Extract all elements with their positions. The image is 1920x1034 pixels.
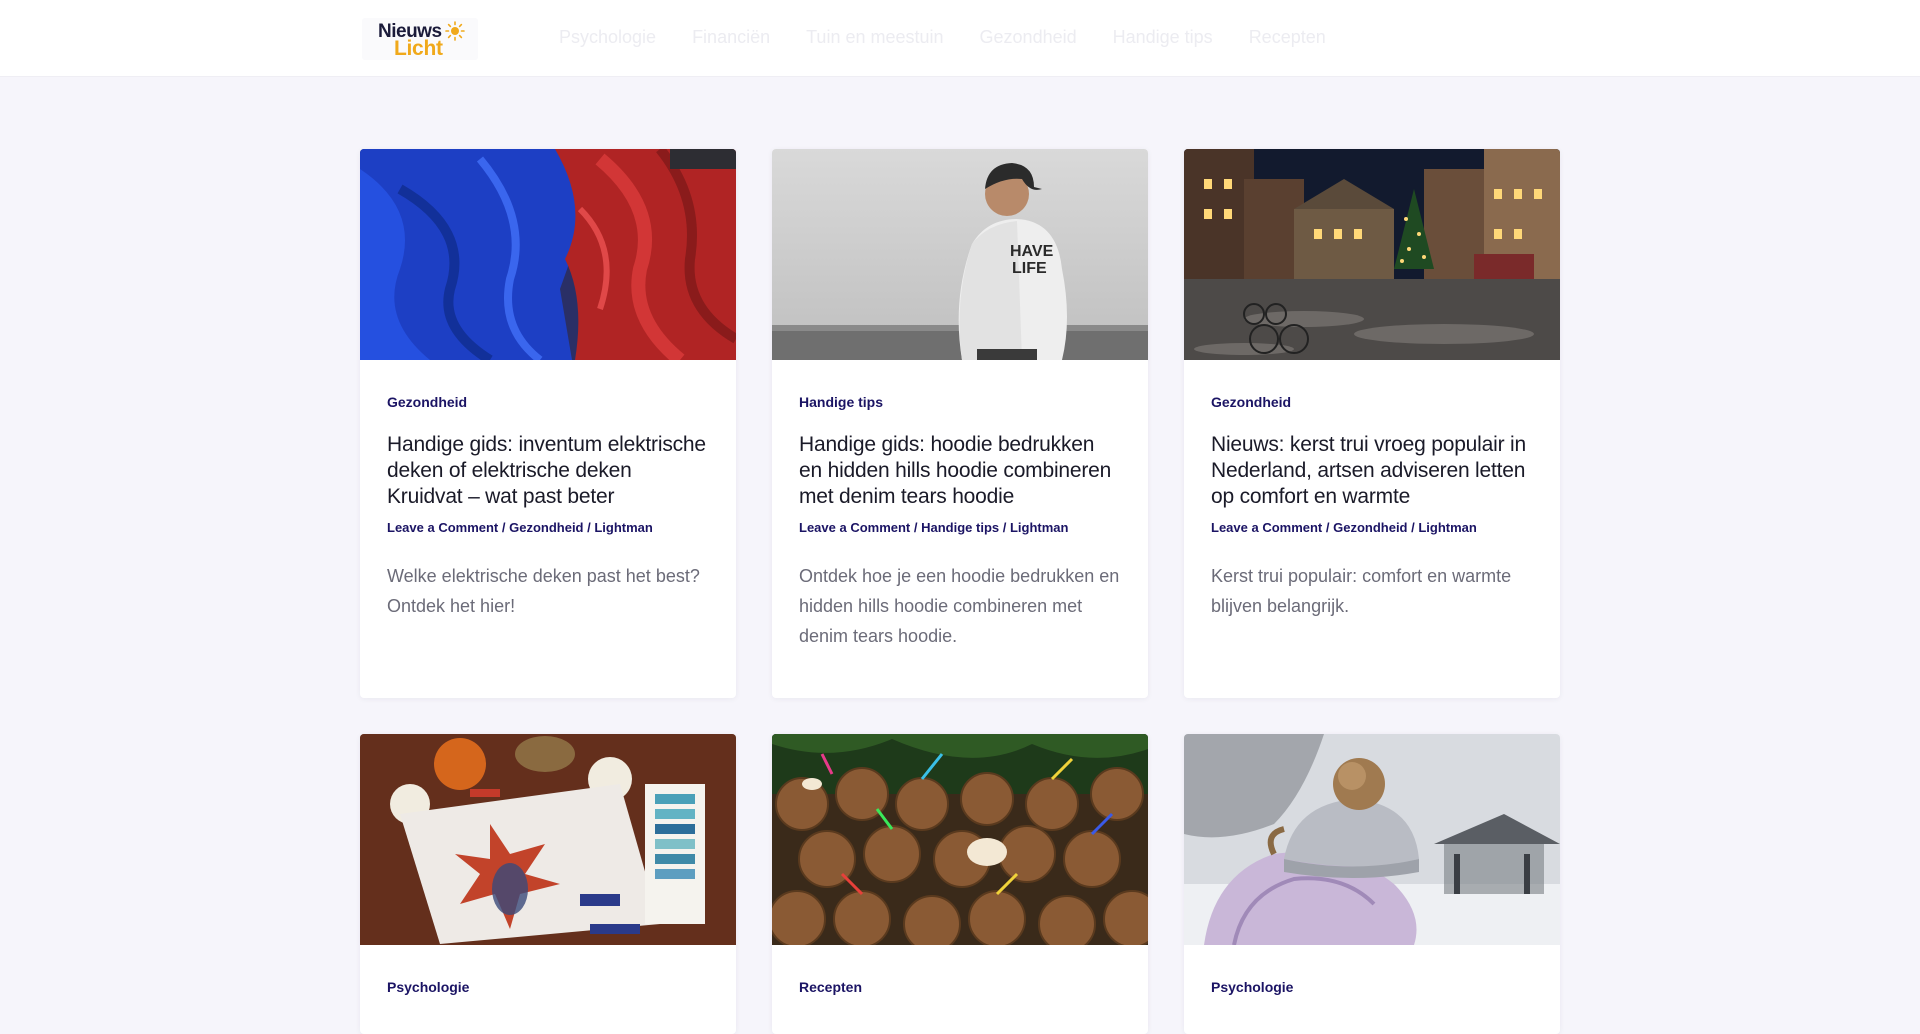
post-image-autumn-painting[interactable] [360, 734, 736, 945]
post-card: HAVE LIFE Handige tips Handige gids: hoo… [772, 149, 1148, 698]
comment-link[interactable]: Leave a Comment [799, 520, 910, 535]
post-category[interactable]: Handige tips [799, 394, 1121, 410]
nav-item-tuin[interactable]: Tuin en meestuin [806, 27, 943, 51]
author-link[interactable]: Lightman [1418, 520, 1477, 535]
logo-text-licht: Licht [394, 37, 443, 60]
nav-item-recepten[interactable]: Recepten [1249, 27, 1326, 51]
svg-text:LIFE: LIFE [1012, 260, 1047, 277]
comment-link[interactable]: Leave a Comment [387, 520, 498, 535]
post-card: Gezondheid Handige gids: inventum elektr… [360, 149, 736, 698]
nav-item-gezondheid[interactable]: Gezondheid [980, 27, 1077, 51]
meta-category-link[interactable]: Gezondheid [509, 520, 583, 535]
post-title[interactable]: Handige gids: hoodie bedrukken en hidden… [799, 432, 1121, 510]
post-category[interactable]: Gezondheid [387, 394, 709, 410]
author-link[interactable]: Lightman [1010, 520, 1069, 535]
author-link[interactable]: Lightman [594, 520, 653, 535]
post-meta: Leave a Comment / Handige tips / Lightma… [799, 520, 1069, 535]
post-excerpt: Kerst trui populair: comfort en warmte b… [1211, 566, 1512, 616]
post-image-hoodie[interactable]: HAVE LIFE [772, 149, 1148, 360]
nav-item-handige-tips[interactable]: Handige tips [1113, 27, 1213, 51]
meta-category-link[interactable]: Gezondheid [1333, 520, 1407, 535]
post-card: Recepten [772, 734, 1148, 1034]
post-title[interactable]: Handige gids: inventum elektrische deken… [387, 432, 709, 510]
post-card: Psychologie [360, 734, 736, 1034]
post-excerpt: Welke elektrische deken past het best? O… [387, 566, 700, 616]
post-meta: Leave a Comment / Gezondheid / Lightman [387, 520, 653, 535]
svg-text:HAVE: HAVE [1010, 243, 1054, 260]
post-title[interactable]: Nieuws: kerst trui vroeg populair in Ned… [1211, 432, 1533, 510]
post-meta: Leave a Comment / Gezondheid / Lightman [1211, 520, 1477, 535]
post-image-coconuts[interactable] [772, 734, 1148, 945]
site-logo[interactable]: Nieuws Licht [362, 18, 478, 60]
site-header: Nieuws Licht Psychologie Financiën Tuin … [0, 0, 1920, 77]
post-image-blankets[interactable] [360, 149, 736, 360]
nav-item-financien[interactable]: Financiën [692, 27, 770, 51]
comment-link[interactable]: Leave a Comment [1211, 520, 1322, 535]
post-image-winter-hat[interactable] [1184, 734, 1560, 945]
post-card: Psychologie [1184, 734, 1560, 1034]
main-nav: Psychologie Financiën Tuin en meestuin G… [559, 27, 1362, 51]
meta-category-link[interactable]: Handige tips [921, 520, 999, 535]
post-category[interactable]: Gezondheid [1211, 394, 1533, 410]
post-image-christmas-square[interactable] [1184, 149, 1560, 360]
post-card: Gezondheid Nieuws: kerst trui vroeg popu… [1184, 149, 1560, 698]
post-excerpt: Ontdek hoe je een hoodie bedrukken en hi… [799, 566, 1120, 646]
nav-item-psychologie[interactable]: Psychologie [559, 27, 656, 51]
sun-icon [445, 21, 465, 41]
